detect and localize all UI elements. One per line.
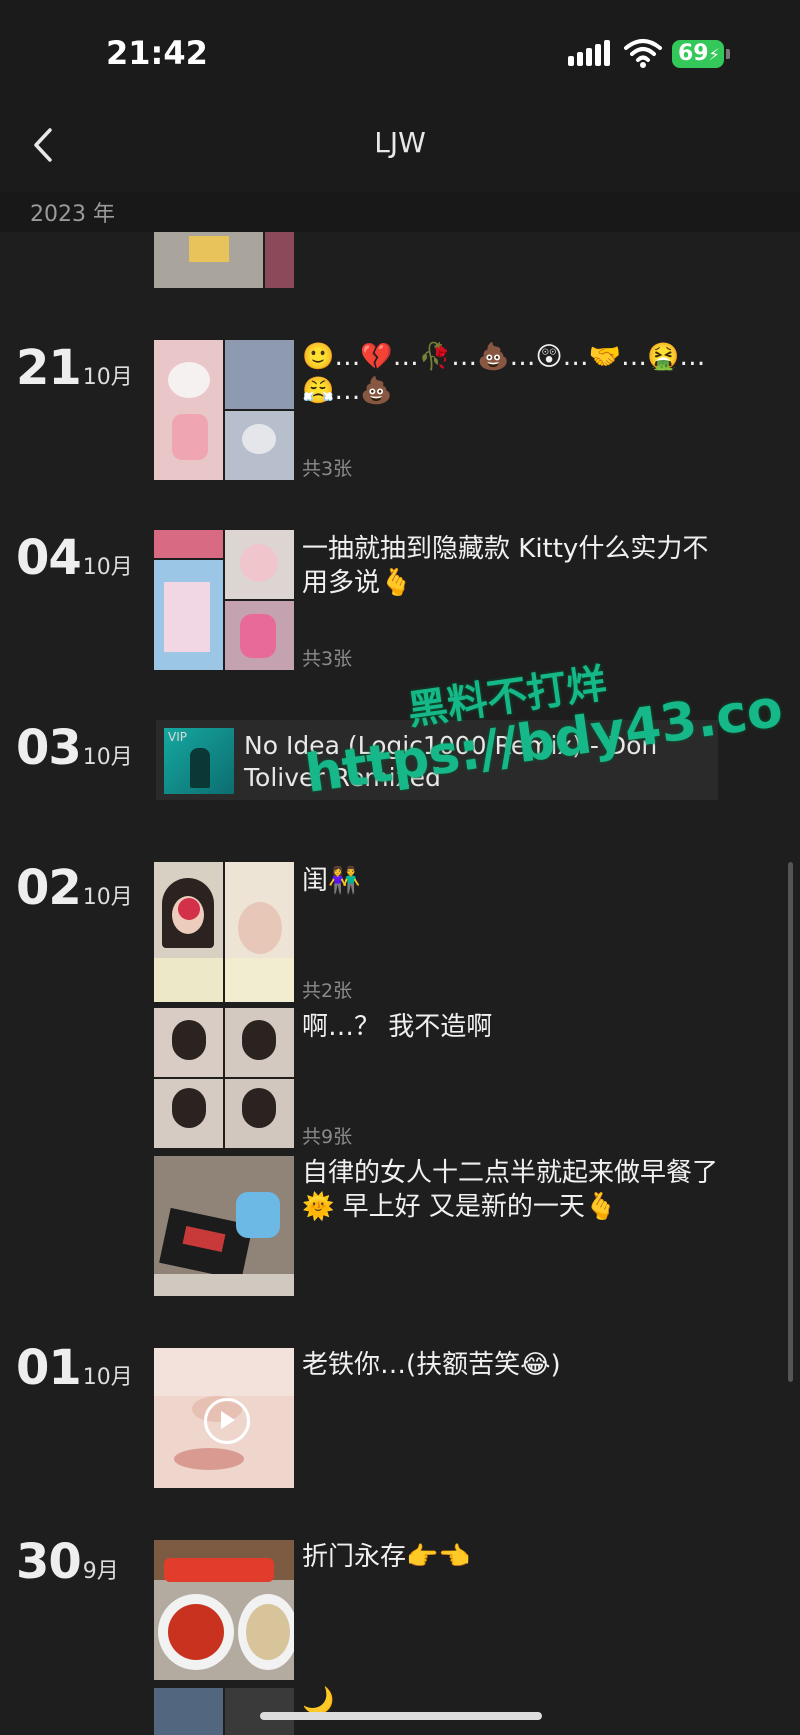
photo-count: 共3张 bbox=[302, 648, 353, 670]
post-date: 0110月 bbox=[16, 1340, 133, 1396]
status-bar: 21:42 69⚡ bbox=[0, 0, 800, 100]
post-thumbnail[interactable] bbox=[154, 1008, 294, 1148]
battery-level: 69 bbox=[678, 41, 709, 66]
post-date: 0210月 bbox=[16, 860, 133, 916]
date-month: 10月 bbox=[82, 885, 133, 910]
year-label: 2023 年 bbox=[30, 202, 115, 227]
post-text: 一抽就抽到隐藏款 Kitty什么实力不用多说🫰 bbox=[302, 534, 709, 598]
post-thumbnail[interactable] bbox=[154, 340, 294, 480]
battery-indicator: 69⚡ bbox=[672, 40, 724, 68]
wifi-icon bbox=[624, 39, 662, 68]
post-text: 折门永存👉👈 bbox=[302, 1542, 471, 1572]
battery-tip bbox=[726, 49, 730, 59]
date-day: 01 bbox=[16, 1340, 82, 1396]
scrollbar[interactable] bbox=[788, 862, 793, 1382]
cellular-signal-icon bbox=[568, 40, 610, 66]
post-thumbnail[interactable] bbox=[154, 862, 294, 1002]
date-day: 04 bbox=[16, 530, 82, 586]
date-month: 10月 bbox=[82, 745, 133, 770]
post-text: 啊…？ 我不造啊 bbox=[302, 1012, 493, 1042]
date-month: 9月 bbox=[82, 1559, 119, 1584]
post-text: 老铁你…(扶额苦笑😂) bbox=[302, 1350, 561, 1380]
date-day: 30 bbox=[16, 1534, 82, 1590]
nav-bar: LJW bbox=[0, 100, 800, 192]
post-text: 自律的女人十二点半就起来做早餐了 🌞 早上好 又是新的一天🫰 bbox=[302, 1158, 719, 1222]
album-cover: VIP bbox=[164, 728, 234, 794]
date-day: 03 bbox=[16, 720, 82, 776]
post-date: 0310月 bbox=[16, 720, 133, 776]
vip-badge: VIP bbox=[168, 730, 187, 744]
post-date: 0410月 bbox=[16, 530, 133, 586]
post-thumbnail[interactable] bbox=[154, 530, 294, 670]
home-indicator[interactable] bbox=[260, 1712, 542, 1720]
post-date: 309月 bbox=[16, 1534, 119, 1590]
status-time: 21:42 bbox=[106, 34, 208, 72]
date-day: 02 bbox=[16, 860, 82, 916]
page-title: LJW bbox=[374, 126, 426, 159]
date-month: 10月 bbox=[82, 555, 133, 580]
year-header: 2023 年 bbox=[0, 192, 800, 232]
charging-bolt-icon: ⚡ bbox=[708, 45, 720, 64]
post-date: 2110月 bbox=[16, 340, 133, 396]
photo-count: 共2张 bbox=[302, 980, 353, 1002]
post-text: 闺👫 bbox=[302, 866, 361, 896]
post-text: 🙂…💔…🥀…💩…😲…🤝…🤮…😤…💩 bbox=[302, 342, 706, 406]
post-thumbnail[interactable] bbox=[154, 1540, 294, 1680]
photo-count: 共9张 bbox=[302, 1126, 353, 1148]
post-thumbnail[interactable] bbox=[154, 232, 294, 288]
play-icon[interactable] bbox=[204, 1398, 250, 1444]
date-month: 10月 bbox=[82, 365, 133, 390]
photo-count: 共3张 bbox=[302, 458, 353, 480]
post-thumbnail[interactable] bbox=[154, 1156, 294, 1296]
date-month: 10月 bbox=[82, 1365, 133, 1390]
moments-timeline[interactable]: 2110月 🙂…💔…🥀…💩…😲…🤝…🤮…😤…💩 共3张 0410月 一抽就抽到隐… bbox=[0, 232, 800, 1735]
date-day: 21 bbox=[16, 340, 82, 396]
